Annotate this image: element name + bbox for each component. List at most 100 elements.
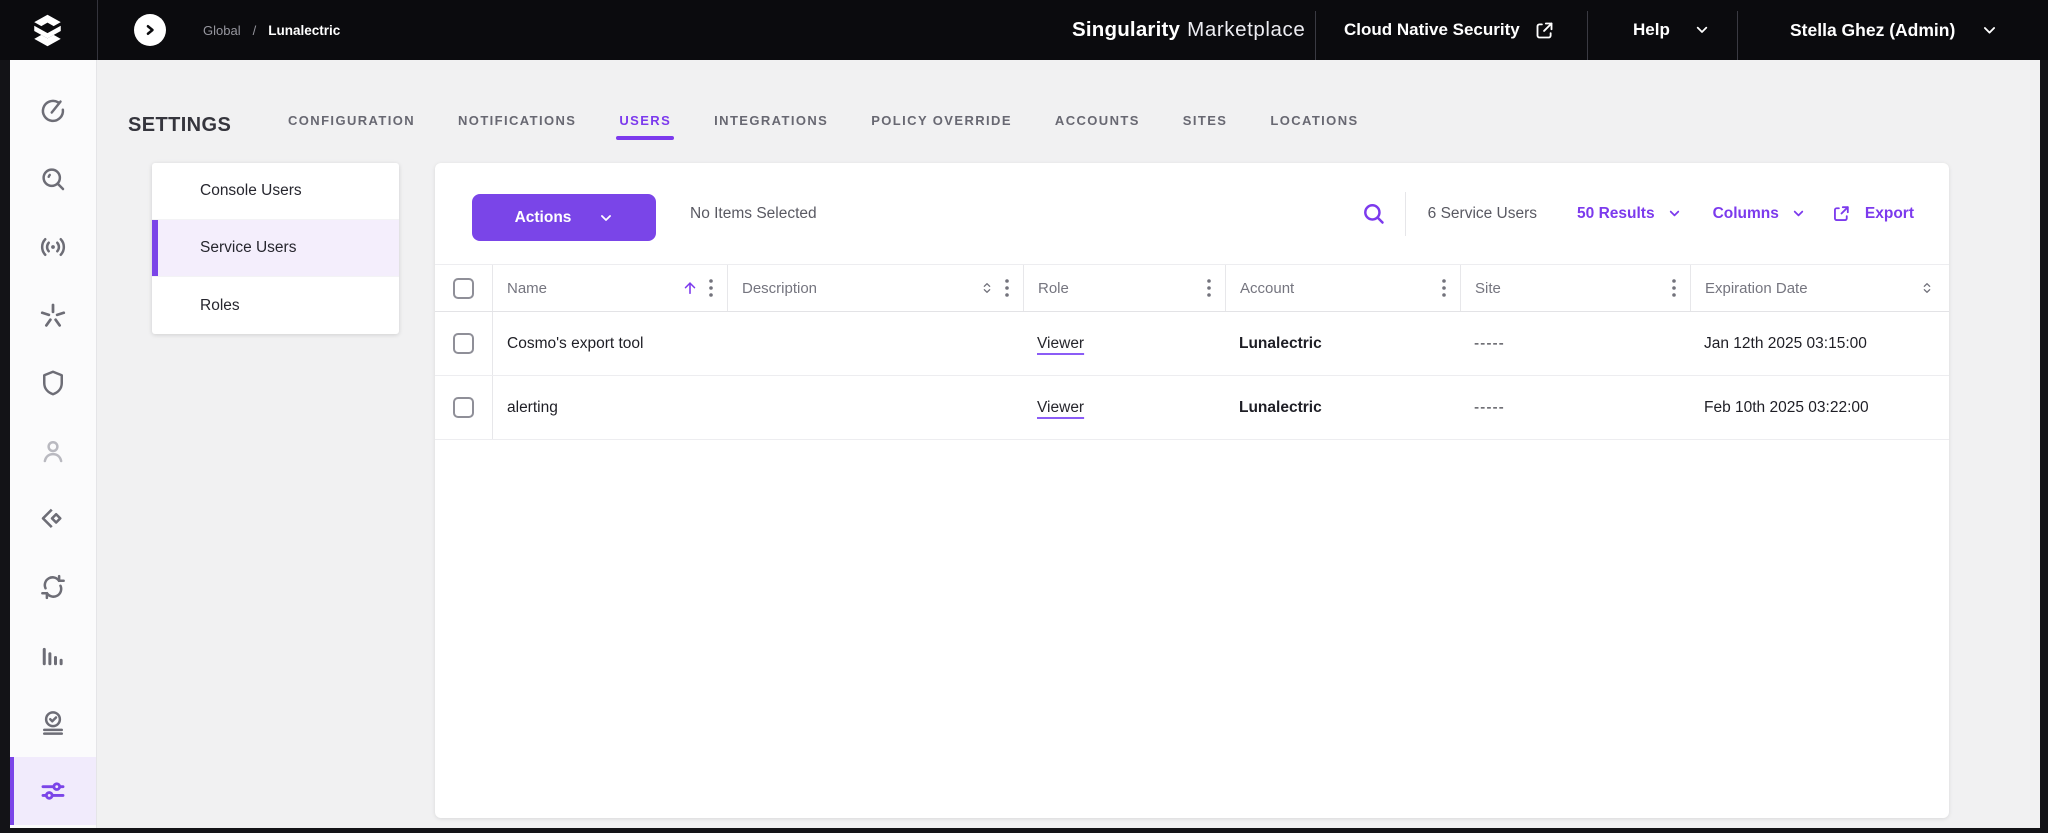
sliders-icon <box>41 782 65 800</box>
topbar: Global / Lunalectric Singularity Marketp… <box>0 0 2048 60</box>
column-menu-icon[interactable] <box>709 279 713 297</box>
results-label: 50 Results <box>1577 204 1655 222</box>
settings-tabs: CONFIGURATION NOTIFICATIONS USERS INTEGR… <box>288 113 1359 140</box>
topbar-divider <box>97 0 98 60</box>
table-row[interactable]: alerting Viewer Lunalectric ----- Feb 10… <box>435 376 1949 440</box>
row-checkbox-cell <box>435 376 492 439</box>
topbar-divider <box>1315 11 1316 60</box>
column-label: Expiration Date <box>1705 279 1808 297</box>
search-icon[interactable] <box>1360 200 1387 227</box>
toolbar-right: 6 Service Users 50 Results Columns Expor… <box>1360 163 1914 264</box>
users-subnav: Console Users Service Users Roles <box>152 163 399 334</box>
help-menu[interactable]: Help <box>1633 0 1710 60</box>
broadcast-icon <box>40 238 66 256</box>
cell-name: Cosmo's export tool <box>492 312 727 375</box>
column-menu-icon[interactable] <box>1005 279 1009 297</box>
row-checkbox[interactable] <box>453 333 474 354</box>
tab-users[interactable]: USERS <box>616 113 674 140</box>
columns-dropdown[interactable]: Columns <box>1713 205 1805 223</box>
breadcrumb-global[interactable]: Global <box>203 23 241 38</box>
sidebar-item-search[interactable] <box>10 145 96 213</box>
cell-role: Viewer <box>1023 312 1225 375</box>
cell-site: ----- <box>1474 398 1505 416</box>
tab-notifications[interactable]: NOTIFICATIONS <box>458 113 576 128</box>
asterisk-icon <box>40 303 66 327</box>
sidebar-item-users[interactable] <box>10 417 96 485</box>
actions-label: Actions <box>514 208 572 226</box>
sidebar-item-reports[interactable] <box>10 621 96 689</box>
column-header-site[interactable]: Site <box>1460 265 1690 311</box>
sort-toggle-icon[interactable] <box>1919 280 1935 296</box>
columns-label: Columns <box>1712 204 1779 222</box>
column-menu-icon[interactable] <box>1207 279 1211 297</box>
select-all-checkbox[interactable] <box>453 277 474 299</box>
selection-status: No Items Selected <box>690 204 817 222</box>
subnav-item-roles[interactable]: Roles <box>152 277 399 334</box>
user-icon <box>43 441 63 463</box>
sidebar-item-automation[interactable] <box>10 281 96 349</box>
export-button[interactable]: Export <box>1831 203 1914 224</box>
service-users-count: 6 Service Users <box>1427 204 1538 222</box>
toolbar-divider <box>1404 191 1406 236</box>
cell-description <box>727 312 1023 375</box>
sentinelone-logo-icon[interactable] <box>29 12 66 49</box>
tab-integrations[interactable]: INTEGRATIONS <box>714 113 828 128</box>
topbar-divider <box>1587 11 1588 60</box>
column-header-account[interactable]: Account <box>1225 265 1460 311</box>
breadcrumb: Global / Lunalectric <box>203 0 340 60</box>
breadcrumb-separator: / <box>252 22 257 38</box>
sidebar-item-sensors[interactable] <box>10 213 96 281</box>
sidebar-item-tasks[interactable] <box>10 689 96 757</box>
sidebar-item-policy[interactable] <box>10 349 96 417</box>
tab-accounts[interactable]: ACCOUNTS <box>1055 113 1140 128</box>
package-icon <box>41 508 62 529</box>
role-link[interactable]: Viewer <box>1037 335 1084 353</box>
column-header-description[interactable]: Description <box>727 265 1023 311</box>
results-per-page-dropdown[interactable]: 50 Results <box>1577 205 1681 223</box>
header-checkbox-cell <box>435 265 492 311</box>
sort-toggle-icon[interactable] <box>979 280 995 296</box>
role-link[interactable]: Viewer <box>1037 399 1084 417</box>
cloud-native-security-link[interactable]: Cloud Native Security <box>1344 0 1555 60</box>
user-label: Stella Ghez (Admin) <box>1790 19 1956 40</box>
column-header-name[interactable]: Name <box>492 265 727 311</box>
actions-button[interactable]: Actions <box>472 194 656 241</box>
product-link-label: Cloud Native Security <box>1344 20 1520 39</box>
cell-site: ----- <box>1474 334 1505 352</box>
sidebar-item-marketplace[interactable] <box>10 485 96 553</box>
table-toolbar: Actions No Items Selected 6 Service User… <box>435 163 1949 264</box>
cell-expiration-date: Feb 10th 2025 03:22:00 <box>1704 398 1869 416</box>
tab-locations[interactable]: LOCATIONS <box>1270 113 1358 128</box>
cell-role: Viewer <box>1023 376 1225 439</box>
table-row[interactable]: Cosmo's export tool Viewer Lunalectric -… <box>435 312 1949 376</box>
service-users-card: Actions No Items Selected 6 Service User… <box>435 163 1949 818</box>
sync-icon <box>41 574 65 600</box>
column-header-role[interactable]: Role <box>1023 265 1225 311</box>
column-menu-icon[interactable] <box>1442 279 1446 297</box>
column-label: Description <box>742 279 818 297</box>
sidebar-item-data-sync[interactable] <box>10 553 96 621</box>
row-checkbox[interactable] <box>453 397 474 418</box>
column-header-expiration-date[interactable]: Expiration Date <box>1690 265 1949 311</box>
column-label: Name <box>507 279 548 297</box>
row-checkbox-cell <box>435 312 492 375</box>
user-menu[interactable]: Stella Ghez (Admin) <box>1790 0 1998 60</box>
sidebar-item-settings[interactable] <box>10 757 96 825</box>
sort-ascending-icon[interactable] <box>681 279 699 297</box>
page-title: SETTINGS <box>128 114 232 136</box>
tab-policy-override[interactable]: POLICY OVERRIDE <box>871 113 1012 128</box>
subnav-item-service-users[interactable]: Service Users <box>152 220 399 277</box>
scope-expand-button[interactable] <box>134 14 166 46</box>
brand-wordmark: Singularity Marketplace <box>1072 0 1305 60</box>
subnav-item-console-users[interactable]: Console Users <box>152 163 399 220</box>
main-content: SETTINGS CONFIGURATION NOTIFICATIONS USE… <box>97 60 2040 828</box>
help-label: Help <box>1633 20 1670 39</box>
app-window: Global / Lunalectric Singularity Marketp… <box>0 0 2048 833</box>
breadcrumb-current[interactable]: Lunalectric <box>268 23 340 38</box>
tab-sites[interactable]: SITES <box>1183 113 1228 128</box>
bar-chart-icon <box>42 647 63 666</box>
tab-configuration[interactable]: CONFIGURATION <box>288 113 415 128</box>
sidebar-item-dashboard[interactable] <box>10 77 96 145</box>
column-menu-icon[interactable] <box>1672 279 1676 297</box>
chevron-down-icon <box>1669 210 1679 217</box>
